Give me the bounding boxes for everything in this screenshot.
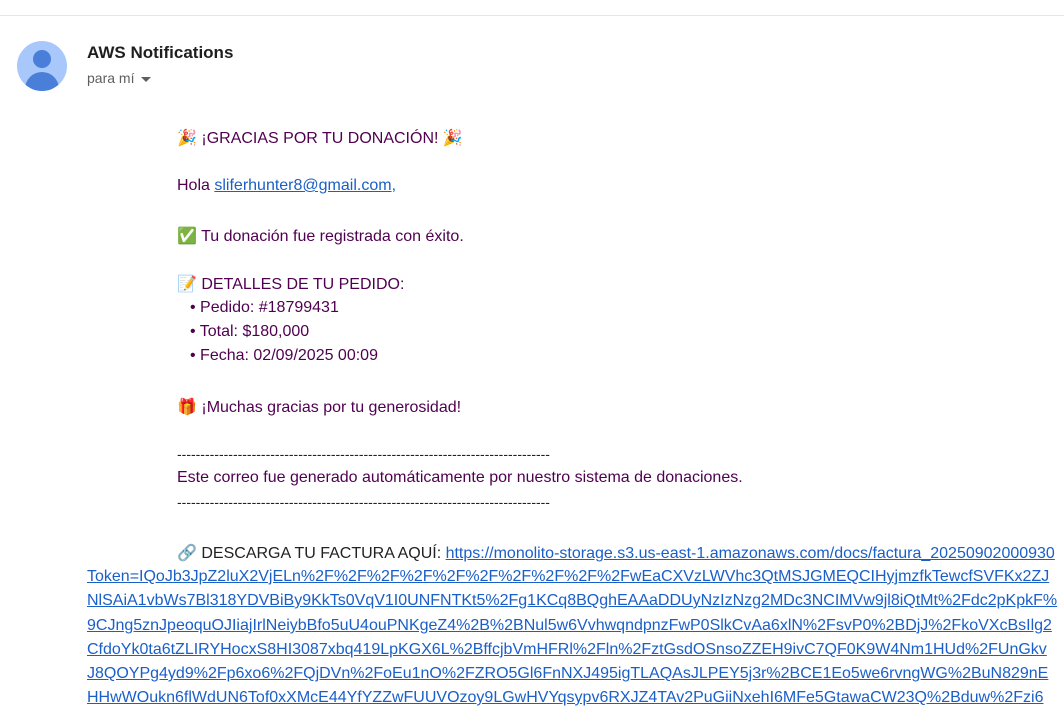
details-heading-text: DETALLES DE TU PEDIDO:	[201, 276, 405, 293]
greeting-text: Hola	[177, 177, 215, 194]
check-mark-icon: ✅	[177, 228, 197, 245]
invoice-url-continuation[interactable]: 9CJng5znJpeoquOJIiajIrlNeiybBfo5uU4ouPNK…	[87, 617, 1052, 635]
invoice-url-continuation[interactable]: HHwWOukn6flWdUN6Tof0xXMcE44YfYZZwFUUVOzo…	[87, 689, 1043, 707]
avatar-head-icon	[33, 50, 51, 68]
link-icon: 🔗	[177, 545, 197, 562]
invoice-url-link[interactable]: https://monolito-storage.s3.us-east-1.am…	[446, 545, 1055, 562]
recipient-label: para mí	[87, 70, 135, 86]
separator-top: ----------------------------------------…	[177, 446, 550, 462]
party-emoji-icon: 🎉	[177, 130, 197, 147]
invoice-url-continuation[interactable]: J8QOYPg4yd9%2Fp6xo6%2FQjDVn%2FoEu1nO%2FZ…	[87, 665, 1048, 683]
order-total: • Total: $180,000	[190, 323, 310, 340]
thanks-line: 🎁 ¡Muchas gracias por tu generosidad!	[177, 397, 461, 417]
sender-avatar[interactable]	[17, 41, 67, 91]
order-date: • Fecha: 02/09/2025 00:09	[190, 347, 378, 364]
invoice-url-continuation[interactable]: Token=IQoJb3JpZ2luX2VjELn%2F%2F%2F%2F%2F…	[87, 568, 1049, 586]
invoice-url-continuation[interactable]: CfdoYk0ta6tZLIRYHocxS8HI3087xbq419LpKGX6…	[87, 641, 1047, 659]
party-emoji-icon-2: 🎉	[442, 130, 463, 147]
thanks-text: ¡Muchas gracias por tu generosidad!	[201, 399, 462, 416]
chevron-down-icon[interactable]	[141, 76, 152, 82]
separator-bottom: ----------------------------------------…	[177, 494, 550, 510]
download-label: DESCARGA TU FACTURA AQUÍ:	[201, 545, 446, 562]
auto-generated-note: Este correo fue generado automáticamente…	[177, 469, 743, 486]
message-title: 🎉 ¡GRACIAS POR TU DONACIÓN! 🎉	[177, 128, 463, 148]
gift-icon: 🎁	[177, 399, 197, 416]
download-line: 🔗 DESCARGA TU FACTURA AQUÍ: https://mono…	[177, 543, 1055, 563]
invoice-url-continuation[interactable]: NlSAiA1vbWs7Bl318YDVBiBy9KkTs0VqV1I0UNFN…	[87, 592, 1057, 610]
memo-icon: 📝	[177, 276, 197, 293]
top-divider	[0, 15, 1064, 16]
avatar-body-icon	[25, 72, 59, 91]
recipient-email-link[interactable]: sliferhunter8@gmail.com	[214, 177, 391, 194]
details-heading: 📝 DETALLES DE TU PEDIDO:	[177, 274, 404, 294]
recipient-details-toggle[interactable]: para mí	[87, 70, 152, 86]
sender-name[interactable]: AWS Notifications	[87, 43, 233, 63]
order-number: • Pedido: #18799431	[190, 299, 339, 316]
title-text: ¡GRACIAS POR TU DONACIÓN!	[201, 130, 439, 147]
greeting-line: Hola sliferhunter8@gmail.com,	[177, 177, 396, 195]
success-text: Tu donación fue registrada con éxito.	[201, 228, 464, 245]
greeting-comma: ,	[391, 177, 397, 194]
success-line: ✅ Tu donación fue registrada con éxito.	[177, 226, 464, 246]
